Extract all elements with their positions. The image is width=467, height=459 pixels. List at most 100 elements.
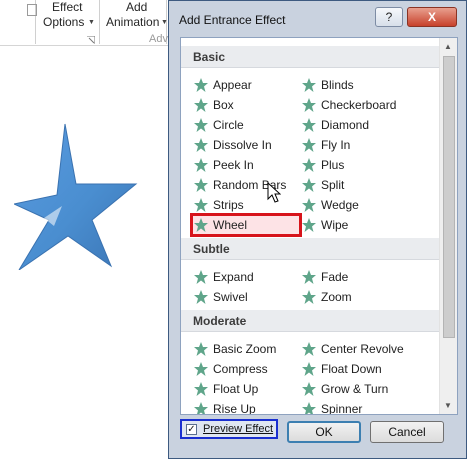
scroll-down-arrow-icon[interactable]: ▼ (444, 401, 452, 410)
add-animation-label-line1: Add (126, 0, 148, 14)
effect-item-label: Strips (213, 198, 244, 212)
ok-button[interactable]: OK (287, 421, 361, 443)
star-icon (194, 178, 208, 192)
close-icon: X (427, 10, 436, 24)
effect-item-label: Blinds (321, 78, 354, 92)
effect-item[interactable]: Compress (193, 360, 299, 378)
close-button[interactable]: X (407, 7, 457, 27)
effects-listbox[interactable]: Basic Appear Blinds Box Checkerboard Circle Di… (180, 37, 458, 415)
effect-item[interactable]: Wipe (301, 216, 407, 234)
star-icon (194, 382, 208, 396)
effect-item[interactable]: Rise Up (193, 400, 299, 415)
effect-item-label: Basic Zoom (213, 342, 277, 356)
section-header: Subtle (181, 238, 439, 260)
effect-item-label: Float Down (321, 362, 382, 376)
star-icon (194, 158, 208, 172)
dialog-launcher-icon[interactable] (87, 36, 95, 44)
effect-item-label: Compress (213, 362, 268, 376)
effect-item-label: Swivel (213, 290, 248, 304)
preview-effect-checkbox[interactable]: ✓ Preview Effect (180, 419, 278, 439)
effect-item-label: Fade (321, 270, 349, 284)
ribbon: Effect Options ▼ Add Animation ▼ Adv (0, 0, 172, 46)
ribbon-group-label: Adv (149, 33, 168, 45)
effect-item-label: Wedge (321, 198, 359, 212)
effect-item-label: Checkerboard (321, 98, 397, 112)
effect-item[interactable]: Plus (301, 156, 407, 174)
effect-item-label: Expand (213, 270, 254, 284)
star-icon (194, 362, 208, 376)
star-icon (302, 218, 316, 232)
effect-item[interactable]: Swivel (193, 288, 299, 306)
effect-item-label: Wheel (213, 218, 248, 232)
star-icon (302, 290, 316, 304)
effect-item[interactable]: Random Bars (193, 176, 299, 194)
star-icon (194, 78, 208, 92)
dropdown-mini-icon (27, 4, 37, 16)
star-icon (302, 270, 316, 284)
star-icon (194, 138, 208, 152)
cancel-button[interactable]: Cancel (370, 421, 444, 443)
ribbon-separator (99, 0, 100, 44)
effect-item[interactable]: Fade (301, 268, 407, 286)
star-icon (302, 158, 316, 172)
effect-item-label: Rise Up (213, 402, 256, 415)
section-header: Moderate (181, 310, 439, 332)
add-animation-label-line2: Animation (106, 15, 160, 29)
star-shape[interactable] (14, 120, 142, 270)
effect-item[interactable]: Wedge (301, 196, 407, 214)
effect-item[interactable]: Checkerboard (301, 96, 407, 114)
effect-item[interactable]: Fly In (301, 136, 407, 154)
effect-item-label: Zoom (321, 290, 352, 304)
effect-options-button[interactable]: Effect Options ▼ (40, 0, 96, 34)
effect-item[interactable]: Float Up (193, 380, 299, 398)
effect-item[interactable]: Float Down (301, 360, 407, 378)
scrollbar-thumb[interactable] (443, 56, 455, 338)
effect-item-label: Peek In (213, 158, 254, 172)
effect-item-label: Wipe (321, 218, 349, 232)
effect-item-label: Center Revolve (321, 342, 404, 356)
dialog-titlebar[interactable]: Add Entrance Effect ? X (169, 1, 466, 39)
star-icon (194, 342, 208, 356)
effect-item[interactable]: Appear (193, 76, 299, 94)
effect-item[interactable]: Peek In (193, 156, 299, 174)
effect-item[interactable]: Expand (193, 268, 299, 286)
help-button[interactable]: ? (375, 7, 403, 27)
effect-item[interactable]: Strips (193, 196, 299, 214)
effect-options-label-line2: Options (43, 15, 85, 29)
effect-item[interactable]: Basic Zoom (193, 340, 299, 358)
section-header-label: Moderate (193, 314, 247, 328)
effect-item[interactable]: Split (301, 176, 407, 194)
star-icon (302, 178, 316, 192)
effect-item-label: Fly In (321, 138, 351, 152)
star-icon (302, 138, 316, 152)
checkbox-box[interactable]: ✓ (186, 424, 197, 435)
star-icon (302, 198, 316, 212)
star-icon (302, 78, 316, 92)
effect-item[interactable]: Spinner (301, 400, 407, 415)
vertical-scrollbar[interactable]: ▲ ▼ (439, 38, 457, 414)
add-entrance-effect-dialog: Add Entrance Effect ? X Basic Appear Blind… (168, 0, 467, 459)
effect-item[interactable]: Diamond (301, 116, 407, 134)
effect-item-label: Appear (213, 78, 252, 92)
effect-item[interactable]: Dissolve In (193, 136, 299, 154)
chevron-down-icon: ▼ (88, 19, 95, 26)
add-animation-button[interactable]: Add Animation ▼ (103, 0, 168, 34)
effect-item-label: Circle (213, 118, 244, 132)
section-header-label: Subtle (193, 242, 230, 256)
preview-effect-label: Preview Effect (203, 423, 274, 435)
effect-item-label: Diamond (321, 118, 370, 132)
effect-item-label: Spinner (321, 402, 363, 415)
star-icon (194, 198, 208, 212)
effect-item[interactable]: Center Revolve (301, 340, 407, 358)
effect-item[interactable]: Box (193, 96, 299, 114)
effect-item[interactable]: Blinds (301, 76, 407, 94)
effect-item[interactable]: Wheel (190, 213, 302, 237)
star-icon (194, 402, 208, 414)
star-icon (194, 290, 208, 304)
section-header-label: Basic (193, 50, 226, 64)
effect-item[interactable]: Zoom (301, 288, 407, 306)
effect-item[interactable]: Circle (193, 116, 299, 134)
scroll-up-arrow-icon[interactable]: ▲ (444, 42, 452, 51)
star-icon (194, 118, 208, 132)
effect-item[interactable]: Grow & Turn (301, 380, 407, 398)
